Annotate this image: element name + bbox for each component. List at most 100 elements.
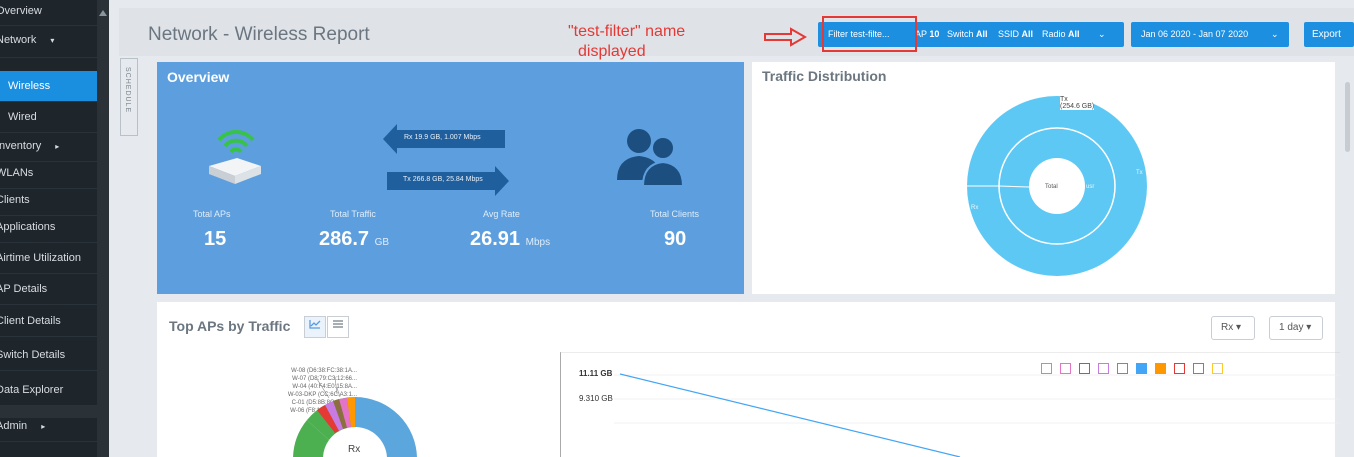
date-range-label: Jan 06 2020 - Jan 07 2020 <box>1141 29 1249 39</box>
total-clients-value: 90 <box>664 228 686 251</box>
donut-center-label: Rx <box>348 444 361 455</box>
scroll-up-arrow-icon[interactable] <box>99 10 107 16</box>
chevron-down-icon: ▾ <box>50 36 55 45</box>
stat-label: Total APs <box>193 209 231 219</box>
date-range-button[interactable]: Jan 06 2020 - Jan 07 2020 ⌄ <box>1131 22 1289 47</box>
annotation-arrow-icon <box>764 27 807 47</box>
access-point-icon <box>209 129 261 184</box>
switch-filter-label: Switch <box>947 29 974 39</box>
legend-item[interactable] <box>1060 363 1071 374</box>
ssid-filter[interactable]: SSID All <box>998 22 1033 47</box>
sidebar-item-label: Inventory <box>0 140 42 152</box>
sidebar-scrollbar[interactable] <box>97 0 109 457</box>
schedule-tab[interactable]: SCHEDULE <box>120 58 138 136</box>
legend-item[interactable] <box>1212 363 1223 374</box>
stat-unit: Mbps <box>525 237 551 248</box>
stat-value: 286.7 <box>319 228 370 250</box>
radio-filter-label: Radio <box>1042 29 1066 39</box>
radio-filter-value: All <box>1068 29 1080 39</box>
switch-filter[interactable]: Switch All <box>947 22 988 47</box>
sidebar-item-label: AP Details <box>0 283 48 295</box>
direction-select-value: Rx <box>1221 322 1234 333</box>
sidebar-item-ap-details[interactable]: AP Details <box>0 274 109 305</box>
sidebar-item-wireless[interactable]: Wireless <box>0 71 109 102</box>
stat-label: Avg Rate <box>483 209 520 219</box>
scrollbar-thumb[interactable] <box>1345 82 1350 152</box>
sidebar-item-label: Applications <box>0 221 56 233</box>
main-scrollbar[interactable] <box>1342 60 1354 457</box>
chevron-down-icon: ⌄ <box>1271 29 1279 39</box>
annotation-line-2: displayed <box>578 43 646 60</box>
sidebar-item-client-details[interactable]: Client Details <box>0 306 109 337</box>
schedule-label: SCHEDULE <box>124 67 131 114</box>
period-select[interactable]: 1 day ▾ <box>1269 316 1323 340</box>
chevron-down-icon[interactable]: ⌄ <box>1098 22 1106 47</box>
sidebar-item-switch-details[interactable]: Switch Details <box>0 340 109 371</box>
center-label: Total <box>1045 184 1058 190</box>
top-aps-line-chart[interactable] <box>560 352 1340 457</box>
legend-item[interactable] <box>1041 363 1052 374</box>
period-select-value: 1 day <box>1279 322 1304 333</box>
traffic-sunburst-chart[interactable] <box>752 62 1335 294</box>
sidebar-item-label: Switch Details <box>0 349 66 361</box>
stat-unit: GB <box>374 237 390 248</box>
traffic-distribution-card: Traffic Distribution Tx (254.6 GB) Total… <box>752 62 1335 294</box>
overview-title: Overview <box>167 69 230 85</box>
radio-filter[interactable]: Radio All <box>1042 22 1080 47</box>
stat-value: 15 <box>204 228 227 250</box>
sidebar-item-label: Client Details <box>0 315 61 327</box>
total-traffic-value: 286.7 GB <box>319 228 389 251</box>
sidebar-item-wired[interactable]: Wired <box>0 102 109 133</box>
sidebar-item-label: Admin <box>0 420 28 432</box>
stat-label: Total Traffic <box>330 209 376 219</box>
export-button[interactable]: Export <box>1304 22 1354 47</box>
sidebar-item-label: Data Explorer <box>0 384 64 396</box>
sidebar-item-overview[interactable]: Overview <box>0 0 109 26</box>
total-aps-value: 15 <box>204 228 226 251</box>
tx-ring-label: Tx <box>1136 170 1143 176</box>
clients-icon <box>617 129 685 187</box>
sidebar-item-data-explorer[interactable]: Data Explorer <box>0 375 109 406</box>
legend-item[interactable] <box>1079 363 1090 374</box>
rx-summary: Rx 19.9 GB, 1.007 Mbps <box>404 134 481 141</box>
usr-ring-label: usr <box>1086 184 1095 190</box>
sidebar-item-applications[interactable]: Applications <box>0 212 109 243</box>
sidebar-item-label: WLANs <box>0 167 34 179</box>
tx-summary: Tx 266.8 GB, 25.84 Mbps <box>403 176 483 183</box>
top-aps-donut-chart[interactable] <box>157 302 577 457</box>
highlight-box <box>822 16 917 52</box>
direction-select[interactable]: Rx ▾ <box>1211 316 1255 340</box>
sidebar-item-network[interactable]: Network ▾ <box>0 28 109 58</box>
legend-item[interactable] <box>1136 363 1147 374</box>
legend-item[interactable] <box>1193 363 1204 374</box>
tooltip-value: (254.6 GB) <box>1060 103 1095 110</box>
y-tick-label: 9.310 GB <box>579 394 613 403</box>
ap-filter-value: 10 <box>929 29 940 39</box>
sidebar-item-label: Overview <box>0 5 42 17</box>
chevron-right-icon: ▸ <box>55 142 60 151</box>
sidebar-item-label: Airtime Utilization <box>0 252 81 264</box>
top-aps-card: Top APs by Traffic Rx ▾ 1 day ▾ W-08 (D6… <box>157 302 1340 457</box>
legend-item[interactable] <box>1117 363 1128 374</box>
sidebar-item-label: Clients <box>0 194 30 206</box>
traffic-tooltip: Tx (254.6 GB) <box>1060 96 1095 110</box>
sidebar-item-label: Network <box>0 34 37 46</box>
sidebar-item-airtime-utilization[interactable]: Airtime Utilization <box>0 243 109 274</box>
chevron-right-icon: ▸ <box>41 422 46 431</box>
sidebar-nav: Overview Network ▾ Wireless Wired Invento… <box>0 0 109 457</box>
annotation-line-1: "test-filter" name <box>568 23 686 40</box>
overview-card: Overview Rx 19.9 GB, 1.007 Mbps Tx 266.8… <box>157 62 744 294</box>
stat-label: Total Clients <box>650 209 700 219</box>
sidebar-item-admin[interactable]: Admin ▸ <box>0 411 109 442</box>
legend-item[interactable] <box>1098 363 1109 374</box>
sidebar-item-label: Wired <box>8 111 37 123</box>
rx-ring-label: Rx <box>971 205 979 211</box>
legend-item[interactable] <box>1174 363 1185 374</box>
stat-value: 26.91 <box>470 228 521 250</box>
stat-value: 90 <box>664 228 687 250</box>
avg-rate-value: 26.91 Mbps <box>470 228 550 251</box>
switch-filter-value: All <box>976 29 988 39</box>
legend-item[interactable] <box>1155 363 1166 374</box>
page-title: Network - Wireless Report <box>148 24 370 45</box>
ap-filter[interactable]: AP 10 <box>915 22 939 47</box>
